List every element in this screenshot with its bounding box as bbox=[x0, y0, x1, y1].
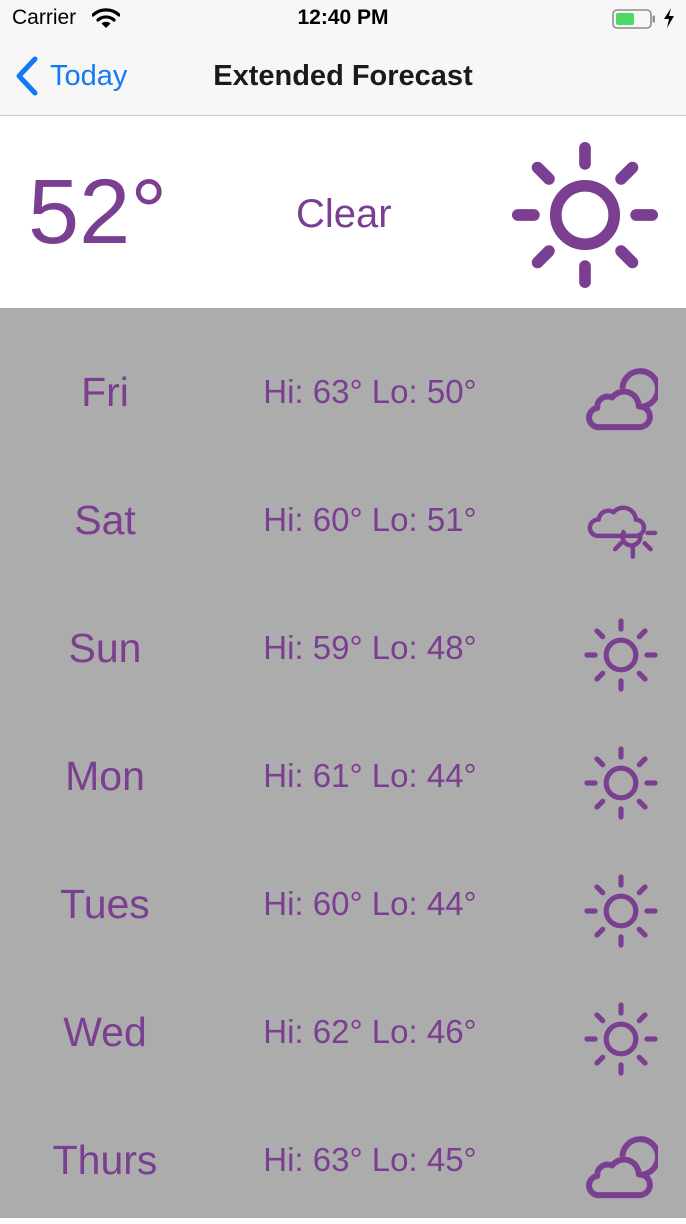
partly-cloudy-icon bbox=[587, 505, 658, 559]
forecast-row: Fri Hi: 63° Lo: 50° bbox=[0, 328, 686, 456]
clock-time: 12:40 PM bbox=[297, 6, 389, 29]
forecast-hi-lo: Hi: 60° Lo: 51° bbox=[263, 501, 477, 538]
charging-bolt-icon bbox=[664, 8, 674, 28]
forecast-day: Mon bbox=[65, 753, 145, 799]
forecast-hi-lo: Hi: 63° Lo: 45° bbox=[263, 1141, 477, 1178]
sun-behind-cloud-icon bbox=[586, 1136, 658, 1199]
forecast-hi-lo: Hi: 63° Lo: 50° bbox=[263, 373, 477, 410]
forecast-row: Thurs Hi: 63° Lo: 45° bbox=[0, 1096, 686, 1224]
current-condition: Clear bbox=[296, 192, 392, 236]
sun-icon bbox=[584, 618, 658, 692]
forecast-row: Wed Hi: 62° Lo: 46° bbox=[0, 968, 686, 1096]
forecast-hi-lo: Hi: 60° Lo: 44° bbox=[263, 885, 477, 922]
forecast-day: Sat bbox=[74, 497, 136, 543]
current-conditions: 52° Clear bbox=[0, 116, 686, 308]
page-title: Extended Forecast bbox=[213, 60, 473, 92]
forecast-day: Sun bbox=[68, 625, 142, 671]
forecast-row: Mon Hi: 61° Lo: 44° bbox=[0, 712, 686, 840]
forecast-list: Fri Hi: 63° Lo: 50° Sat Hi: 60° Lo: 51° … bbox=[0, 308, 686, 1218]
navigation-bar: Today Extended Forecast bbox=[0, 40, 686, 116]
forecast-hi-lo: Hi: 59° Lo: 48° bbox=[263, 629, 477, 666]
current-temperature: 52° bbox=[28, 161, 168, 263]
forecast-day: Wed bbox=[63, 1009, 147, 1055]
forecast-day: Tues bbox=[60, 881, 150, 927]
battery-icon bbox=[612, 9, 655, 29]
sun-icon bbox=[584, 746, 658, 820]
sun-icon bbox=[512, 142, 658, 288]
forecast-hi-lo: Hi: 61° Lo: 44° bbox=[263, 757, 477, 794]
forecast-day: Thurs bbox=[52, 1137, 158, 1183]
forecast-hi-lo: Hi: 62° Lo: 46° bbox=[263, 1013, 477, 1050]
sun-behind-cloud-icon bbox=[586, 368, 658, 431]
sun-icon bbox=[584, 874, 658, 948]
sun-icon bbox=[584, 1002, 658, 1076]
forecast-day: Fri bbox=[81, 369, 129, 415]
forecast-row: Sat Hi: 60° Lo: 51° bbox=[0, 456, 686, 584]
forecast-row: Tues Hi: 60° Lo: 44° bbox=[0, 840, 686, 968]
forecast-row: Sun Hi: 59° Lo: 48° bbox=[0, 584, 686, 712]
status-bar: Carrier 12:40 PM bbox=[0, 0, 686, 40]
